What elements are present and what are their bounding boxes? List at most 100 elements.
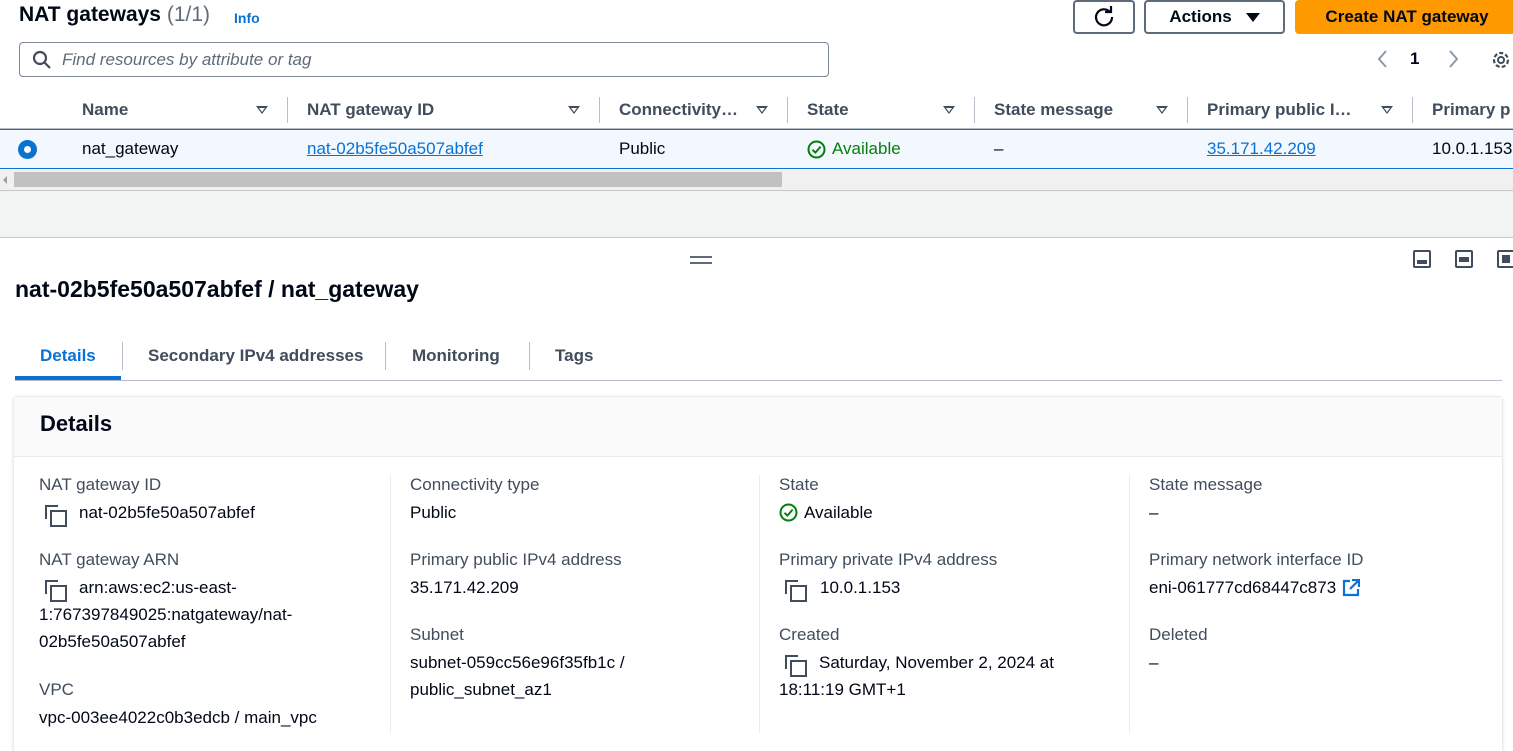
chevron-right-icon[interactable]	[1444, 48, 1462, 70]
resize-handle-icon[interactable]	[690, 256, 712, 264]
info-link[interactable]: Info	[234, 10, 260, 26]
column-header-primary-public-ip[interactable]: Primary public I…	[1207, 91, 1352, 129]
state-message-label: State message	[1149, 475, 1263, 494]
split-panel-divider-area	[0, 190, 1513, 238]
state-text: Available	[804, 503, 873, 522]
split-panel-title: nat-02b5fe50a507abfef / nat_gateway	[15, 276, 419, 302]
page-title-text: NAT gateways	[19, 3, 161, 26]
horizontal-scrollbar[interactable]	[0, 170, 1513, 190]
column-label: NAT gateway ID	[307, 100, 435, 119]
panel-side-icon[interactable]	[1455, 250, 1473, 268]
arn-line-2: 1:767397849025:natgateway/nat-	[39, 605, 293, 624]
tab-tags[interactable]: Tags	[555, 336, 593, 376]
copy-icon[interactable]	[785, 655, 807, 677]
actions-button[interactable]: Actions	[1144, 0, 1285, 34]
public-ip-label: Primary public IPv4 address	[410, 550, 622, 569]
deleted-label: Deleted	[1149, 625, 1208, 644]
column-label: Primary public I…	[1207, 100, 1352, 119]
search-input[interactable]: Find resources by attribute or tag	[19, 42, 829, 77]
tab-list: Details Secondary IPv4 addresses Monitor…	[15, 336, 1502, 381]
tab-separator	[529, 342, 530, 370]
page-number[interactable]: 1	[1410, 49, 1419, 69]
vpc-label: VPC	[39, 680, 74, 699]
column-divider	[1129, 475, 1130, 733]
deleted-value: –	[1149, 653, 1159, 672]
details-heading: Details	[40, 411, 113, 436]
cell-connectivity: Public	[619, 139, 666, 158]
scrollbar-thumb[interactable]	[14, 172, 782, 187]
page-title: NAT gateways (1/1)	[19, 3, 210, 27]
column-separator	[1187, 97, 1188, 123]
copy-icon[interactable]	[785, 580, 807, 602]
panel-bottom-icon[interactable]	[1413, 250, 1431, 268]
arn-line-1: arn:aws:ec2:us-east-	[79, 578, 237, 597]
column-header-state[interactable]: State	[807, 91, 849, 129]
cell-name: nat_gateway	[82, 139, 179, 158]
resource-count: (1/1)	[166, 3, 211, 26]
created-line-2: 18:11:19 GMT+1	[779, 680, 906, 699]
tab-separator	[385, 342, 386, 370]
column-header-primary-private-ip[interactable]: Primary p	[1432, 91, 1510, 129]
details-header: Details	[14, 397, 1502, 457]
vpc-link[interactable]: vpc-003ee4022c0b3edcb / main_vpc	[39, 704, 317, 731]
cell-state-message: –	[994, 139, 1004, 158]
refresh-icon	[1094, 6, 1114, 27]
subnet-label: Subnet	[410, 625, 464, 644]
cell-public-ip-link[interactable]: 35.171.42.209	[1207, 130, 1316, 168]
active-tab-indicator	[15, 376, 121, 380]
create-nat-gateway-button[interactable]: Create NAT gateway	[1295, 0, 1513, 34]
column-label: State	[807, 100, 849, 119]
private-ip-label: Primary private IPv4 address	[779, 550, 998, 569]
state-label: State	[779, 475, 819, 494]
column-separator	[974, 97, 975, 123]
table-header: Name NAT gateway ID Connectivity… State …	[0, 91, 1513, 129]
nat-gateway-id-value: nat-02b5fe50a507abfef	[79, 503, 255, 522]
search-icon	[32, 50, 51, 69]
column-label: Connectivity…	[619, 100, 739, 119]
created-line-1: Saturday, November 2, 2024 at	[819, 653, 1054, 672]
eni-label: Primary network interface ID	[1149, 550, 1364, 569]
scroll-left-icon[interactable]	[3, 176, 7, 184]
check-circle-icon	[779, 503, 798, 522]
arn-line-3: 02b5fe50a507abfef	[39, 632, 186, 651]
tab-secondary-ipv4[interactable]: Secondary IPv4 addresses	[148, 336, 363, 376]
external-link-icon	[1343, 578, 1361, 596]
state-message-value: –	[1149, 503, 1159, 522]
column-label: State message	[994, 100, 1114, 119]
tab-separator	[122, 342, 123, 370]
tab-details[interactable]: Details	[40, 336, 96, 376]
table-row[interactable]: nat_gateway nat-02b5fe50a507abfef Public…	[0, 129, 1513, 169]
column-header-state-message[interactable]: State message	[994, 91, 1113, 129]
cell-state: Available	[807, 130, 901, 168]
column-separator	[599, 97, 600, 123]
search-placeholder: Find resources by attribute or tag	[62, 49, 312, 69]
connectivity-type-value: Public	[410, 503, 457, 522]
copy-icon[interactable]	[45, 505, 67, 527]
subnet-link-line-2[interactable]: public_subnet_az1	[410, 676, 552, 703]
check-circle-icon	[807, 140, 826, 158]
create-label: Create NAT gateway	[1325, 7, 1489, 26]
copy-icon[interactable]	[45, 580, 67, 602]
nat-gateway-id-label: NAT gateway ID	[39, 475, 162, 494]
column-label: Name	[82, 100, 129, 119]
gear-icon[interactable]	[1489, 48, 1513, 72]
column-separator	[287, 97, 288, 123]
eni-link[interactable]: eni-061777cd68447c873	[1149, 574, 1361, 601]
column-header-connectivity[interactable]: Connectivity…	[619, 91, 738, 129]
refresh-button[interactable]	[1073, 0, 1135, 34]
public-ip-link[interactable]: 35.171.42.209	[410, 574, 519, 601]
connectivity-type-label: Connectivity type	[410, 475, 540, 494]
column-divider	[390, 475, 391, 733]
column-header-name[interactable]: Name	[82, 91, 128, 129]
tab-monitoring[interactable]: Monitoring	[412, 336, 500, 376]
nat-gateway-arn-label: NAT gateway ARN	[39, 550, 180, 569]
column-header-nat-gateway-id[interactable]: NAT gateway ID	[307, 91, 434, 129]
row-select-radio[interactable]	[18, 140, 37, 159]
private-ip-value: 10.0.1.153	[820, 578, 901, 597]
column-label: Primary p	[1432, 100, 1511, 119]
eni-text: eni-061777cd68447c873	[1149, 578, 1337, 597]
panel-full-icon[interactable]	[1497, 250, 1513, 268]
chevron-left-icon[interactable]	[1374, 48, 1392, 70]
subnet-link-line-1[interactable]: subnet-059cc56e96f35fb1c /	[410, 649, 625, 676]
cell-nat-gateway-id-link[interactable]: nat-02b5fe50a507abfef	[307, 130, 483, 168]
